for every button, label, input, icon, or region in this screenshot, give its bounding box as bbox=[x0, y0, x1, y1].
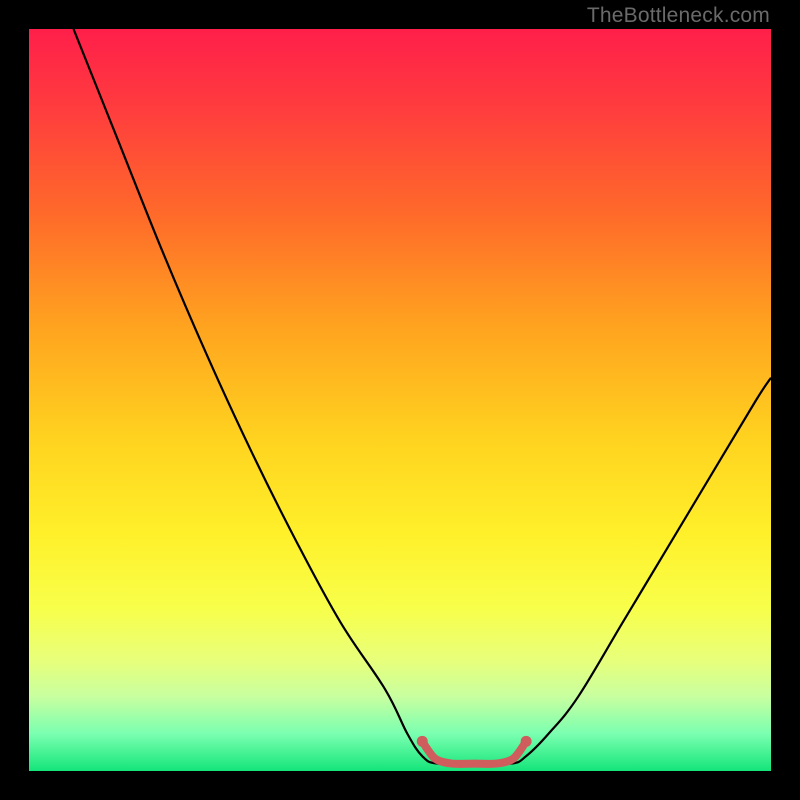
highlight-dot bbox=[417, 736, 428, 747]
optimal-highlight bbox=[422, 741, 526, 764]
bottleneck-curve bbox=[74, 29, 771, 764]
plot-area bbox=[29, 29, 771, 771]
chart-stage: TheBottleneck.com bbox=[0, 0, 800, 800]
chart-svg bbox=[29, 29, 771, 771]
highlight-dot bbox=[521, 736, 532, 747]
watermark-text: TheBottleneck.com bbox=[587, 4, 770, 28]
optimal-highlight-dots bbox=[417, 736, 532, 747]
